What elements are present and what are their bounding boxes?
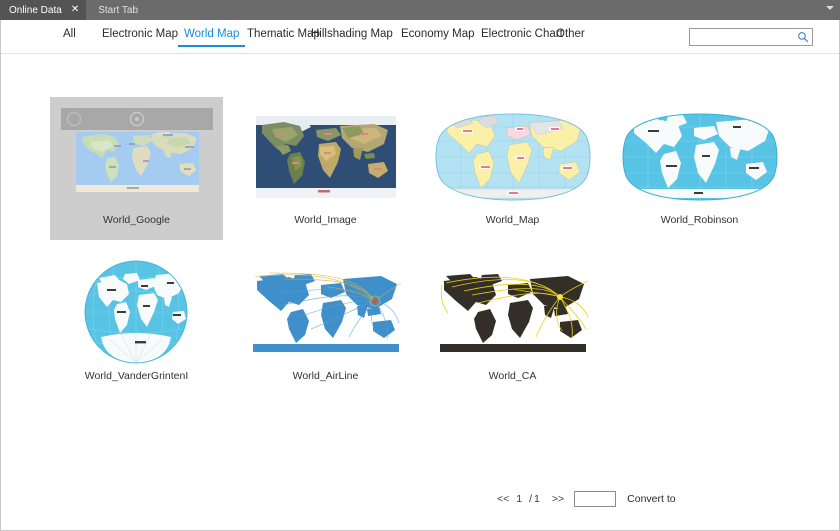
grid-item-label: World_VanderGrintenI (84, 370, 189, 382)
tab-start-tab-label: Start Tab (98, 4, 139, 16)
next-page-button[interactable]: >> (550, 493, 566, 505)
nav-item-thematic-map[interactable]: Thematic Map (247, 28, 320, 40)
grid-item-label: World_AirLine (292, 370, 359, 382)
online-data-window: Online Data ✕ Start Tab All Electronic M… (0, 0, 840, 531)
nav-item-hillshading-map[interactable]: Hillshading Map (311, 28, 393, 40)
grid-item-label: World_Image (294, 214, 357, 226)
close-icon[interactable]: ✕ (71, 5, 79, 15)
convert-to-button[interactable]: Convert to (627, 493, 675, 505)
thumbnail-world-image (239, 102, 412, 212)
tabstrip: Online Data ✕ Start Tab (0, 0, 840, 20)
nav-item-economy-map[interactable]: Economy Map (401, 28, 475, 40)
window-body: All Electronic Map World Map Thematic Ma… (0, 20, 840, 531)
grid-item-label: World_Map (485, 214, 540, 226)
thumbnail-world-google (50, 102, 223, 212)
nav-item-electronic-map[interactable]: Electronic Map (102, 28, 178, 40)
total-pages-number: 1 (534, 493, 540, 505)
search-icon[interactable] (797, 31, 809, 43)
grid-item-world-map[interactable]: World_Map (426, 97, 599, 240)
category-navbar: All Electronic Map World Map Thematic Ma… (1, 20, 839, 54)
nav-item-electronic-chart[interactable]: Electronic Chart (481, 28, 563, 40)
grid-item-world-vandergrinteni[interactable]: World_VanderGrintenI (50, 253, 223, 396)
grid-item-world-image[interactable]: World_Image (239, 97, 412, 240)
grid-item-world-robinson[interactable]: World_Robinson (613, 97, 786, 240)
grid-item-label: World_CA (488, 370, 537, 382)
grid-item-label: World_Robinson (660, 214, 739, 226)
tab-online-data[interactable]: Online Data ✕ (0, 0, 87, 20)
thumbnail-world-map (426, 102, 599, 212)
grid-item-world-google[interactable]: World_Google (50, 97, 223, 240)
grid-item-world-airline[interactable]: World_AirLine (239, 253, 412, 396)
goto-page-input[interactable] (574, 491, 617, 507)
search-box[interactable] (689, 28, 813, 47)
current-page-number: 1 (516, 493, 523, 505)
map-grid: World_Google World_Image World_Map World… (1, 55, 839, 495)
nav-item-all[interactable]: All (63, 28, 76, 40)
nav-item-world-map[interactable]: World Map (177, 28, 246, 47)
thumbnail-world-vandergrinteni (50, 258, 223, 368)
pagination-bar: << 1 / 1 >> Convert to (1, 488, 839, 510)
grid-item-label: World_Google (103, 214, 170, 226)
tab-online-data-label: Online Data (9, 4, 62, 16)
prev-page-button[interactable]: << (495, 493, 511, 505)
grid-item-world-ca[interactable]: World_CA (426, 253, 599, 396)
page-separator: / (529, 493, 533, 505)
chevron-down-icon[interactable] (826, 6, 834, 10)
thumbnail-world-ca (426, 258, 599, 368)
thumbnail-world-airline (239, 258, 412, 368)
search-input[interactable] (693, 29, 797, 47)
nav-item-other[interactable]: Other (556, 28, 585, 40)
thumbnail-world-robinson (613, 102, 786, 212)
tab-start-tab[interactable]: Start Tab (86, 0, 145, 20)
